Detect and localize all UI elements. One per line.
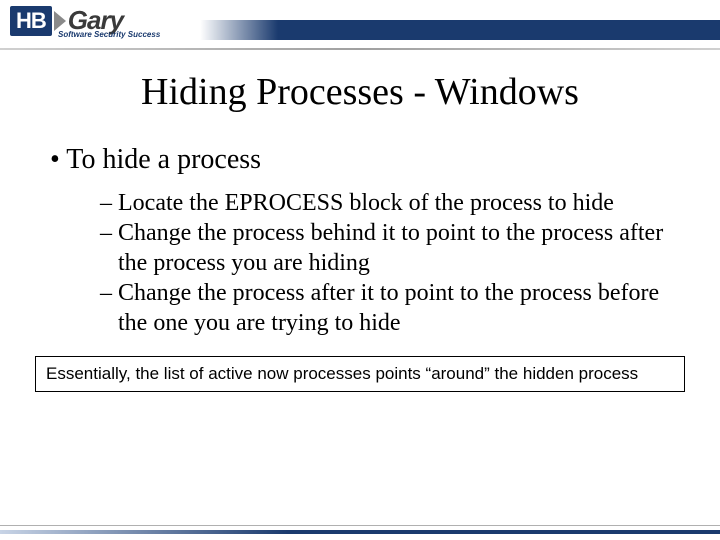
sub-bullet-item: Change the process behind it to point to… <box>100 218 670 278</box>
slide-footer <box>0 522 720 540</box>
sub-bullet-item: Change the process after it to point to … <box>100 278 670 338</box>
header-divider <box>0 48 720 50</box>
header-stripe <box>200 20 720 40</box>
sub-bullet-list: Locate the EPROCESS block of the process… <box>50 188 670 338</box>
summary-note: Essentially, the list of active now proc… <box>35 356 685 392</box>
footer-divider <box>0 525 720 526</box>
slide-header: HB Gary Software Security Success <box>0 0 720 50</box>
logo-tagline: Software Security Success <box>58 30 160 39</box>
slide-content: To hide a process Locate the EPROCESS bl… <box>0 144 720 338</box>
logo-hb-text: HB <box>10 6 52 36</box>
chevron-right-icon <box>54 11 66 31</box>
slide-title: Hiding Processes - Windows <box>0 70 720 114</box>
main-bullet: To hide a process <box>50 144 670 176</box>
sub-bullet-item: Locate the EPROCESS block of the process… <box>100 188 670 218</box>
footer-stripe <box>0 530 720 534</box>
